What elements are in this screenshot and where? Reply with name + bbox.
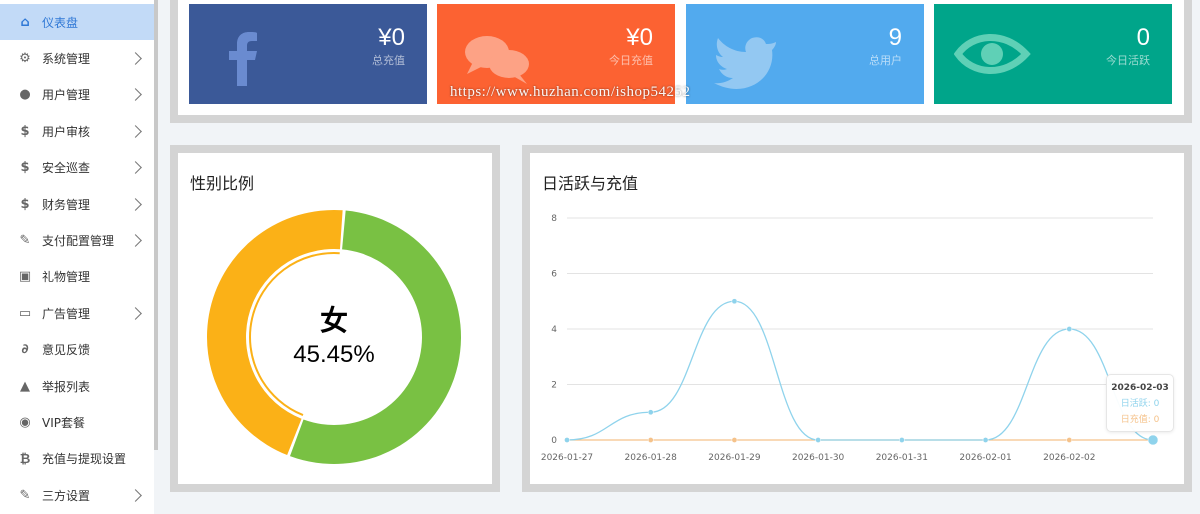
stat-label: 总用户 <box>869 54 902 67</box>
chevron-right-icon <box>129 306 142 320</box>
sidebar-scrollbar[interactable] <box>154 0 158 450</box>
monitor-icon: ▭ <box>18 305 32 321</box>
sidebar-item-label: 举报列表 <box>42 379 91 394</box>
sidebar-item-label: 系统管理 <box>42 51 91 66</box>
twitter-icon <box>714 37 776 89</box>
tooltip-row-active: 日活跃: 0 <box>1120 399 1160 409</box>
sidebar: ⌂ 仪表盘 ⚙ 系统管理 ● 用户管理 $ 用户审核 $ 安全巡查 $ 财务管理 ✎ 支付配置管理 ▣ 礼物管… <box>0 0 154 514</box>
sidebar-item[interactable]: $ 财务管理 <box>0 186 154 222</box>
sidebar-item-label: 支付配置管理 <box>42 233 115 248</box>
sidebar-item-label: VIP套餐 <box>42 415 85 430</box>
stat-card-total-users[interactable]: 9 总用户 <box>686 4 924 104</box>
bitcoin-icon: ₿ <box>19 451 31 467</box>
tooltip-title: 2026-02-03 <box>1111 383 1169 393</box>
dollar-icon: $ <box>20 160 30 176</box>
sidebar-item-label: 意见反馈 <box>42 343 91 358</box>
sidebar-item-label: 仪表盘 <box>42 15 79 30</box>
stat-value: 0 <box>1136 24 1150 51</box>
donut-center-label: 女 <box>319 304 348 337</box>
sidebar-item[interactable]: ✎ 三方设置 <box>0 477 154 513</box>
chevron-right-icon <box>129 88 142 102</box>
dollar-icon: $ <box>20 123 30 139</box>
sidebar-item[interactable]: ◉ VIP套餐 <box>0 404 154 440</box>
home-icon: ⌂ <box>20 14 30 30</box>
sidebar-item-label: 充值与提现设置 <box>42 452 127 467</box>
activity-panel-inner: 日活跃与充值 <box>530 153 1184 484</box>
sidebar-item[interactable]: ⚙ 系统管理 <box>0 40 154 76</box>
eye-icon <box>954 34 1031 74</box>
chevron-right-icon <box>129 197 142 211</box>
sidebar-item-label: 用户管理 <box>42 88 91 103</box>
sidebar-item-label: 财务管理 <box>42 197 91 212</box>
sidebar-item[interactable]: ∂ 意见反馈 <box>0 332 154 368</box>
stats-panel: ¥0 总充值 ¥0 今日充值 9 总用户 0 今日活跃 <box>170 0 1192 123</box>
stat-value: ¥0 <box>626 24 653 51</box>
sidebar-item[interactable]: ▣ 礼物管理 <box>0 259 154 295</box>
stat-label: 总充值 <box>372 54 405 67</box>
watermark: https://www.huzhan.com/ishop54252 <box>450 84 691 100</box>
activity-panel: 日活跃与充值 <box>522 145 1192 492</box>
stat-card-total-recharge[interactable]: ¥0 总充值 <box>189 4 427 104</box>
warning-icon: ▲ <box>20 378 30 394</box>
dollar-icon: $ <box>20 196 30 212</box>
sidebar-item[interactable]: ▭ 广告管理 <box>0 295 154 331</box>
gender-panel: 性别比例 女 45.45% <box>170 145 500 492</box>
gift-icon: ▣ <box>18 269 32 285</box>
stat-value: 9 <box>888 24 902 51</box>
chevron-right-icon <box>129 234 142 247</box>
piggy-bank-icon: ◉ <box>19 414 31 430</box>
user-icon: ● <box>19 87 31 103</box>
facebook-icon <box>229 32 257 86</box>
sidebar-item-label: 用户审核 <box>42 124 91 139</box>
tooltip-row-recharge: 日充值: 0 <box>1120 415 1160 425</box>
chevron-right-icon <box>129 124 142 138</box>
stat-label: 今日活跃 <box>1106 54 1150 67</box>
chevron-right-icon <box>129 488 142 502</box>
chevron-right-icon <box>129 52 142 65</box>
sidebar-item[interactable]: ₿ 充值与提现设置 <box>0 441 154 477</box>
stat-value: ¥0 <box>378 24 405 51</box>
donut-center-value: 45.45% <box>293 341 375 368</box>
sidebar-item-label: 广告管理 <box>42 306 91 321</box>
stat-card-today-active[interactable]: 0 今日活跃 <box>934 4 1172 104</box>
chart-tooltip: 2026-02-03 日活跃: 0 日充值: 0 <box>1106 374 1174 432</box>
stat-label: 今日充值 <box>609 54 653 67</box>
wrench-icon: ✎ <box>19 232 31 248</box>
sidebar-item[interactable]: ● 用户管理 <box>0 77 154 113</box>
sidebar-item-label: 安全巡查 <box>42 161 91 176</box>
wrench-icon: ✎ <box>19 487 31 503</box>
chevron-right-icon <box>129 161 142 174</box>
gender-panel-inner: 性别比例 女 45.45% <box>178 153 492 484</box>
sidebar-item[interactable]: $ 安全巡查 <box>0 150 154 186</box>
sidebar-item-label: 三方设置 <box>42 488 91 503</box>
sidebar-item[interactable]: ✎ 支付配置管理 <box>0 222 154 258</box>
activity-panel-title: 日活跃与充值 <box>542 174 639 193</box>
sidebar-item[interactable]: ▲ 举报列表 <box>0 368 154 404</box>
sidebar-item-label: 礼物管理 <box>42 270 91 285</box>
gears-icon: ⚙ <box>19 50 31 66</box>
sidebar-item[interactable]: $ 用户审核 <box>0 113 154 149</box>
sidebar-item[interactable]: ⌂ 仪表盘 <box>0 4 154 40</box>
paperclip-icon: ∂ <box>21 342 29 358</box>
